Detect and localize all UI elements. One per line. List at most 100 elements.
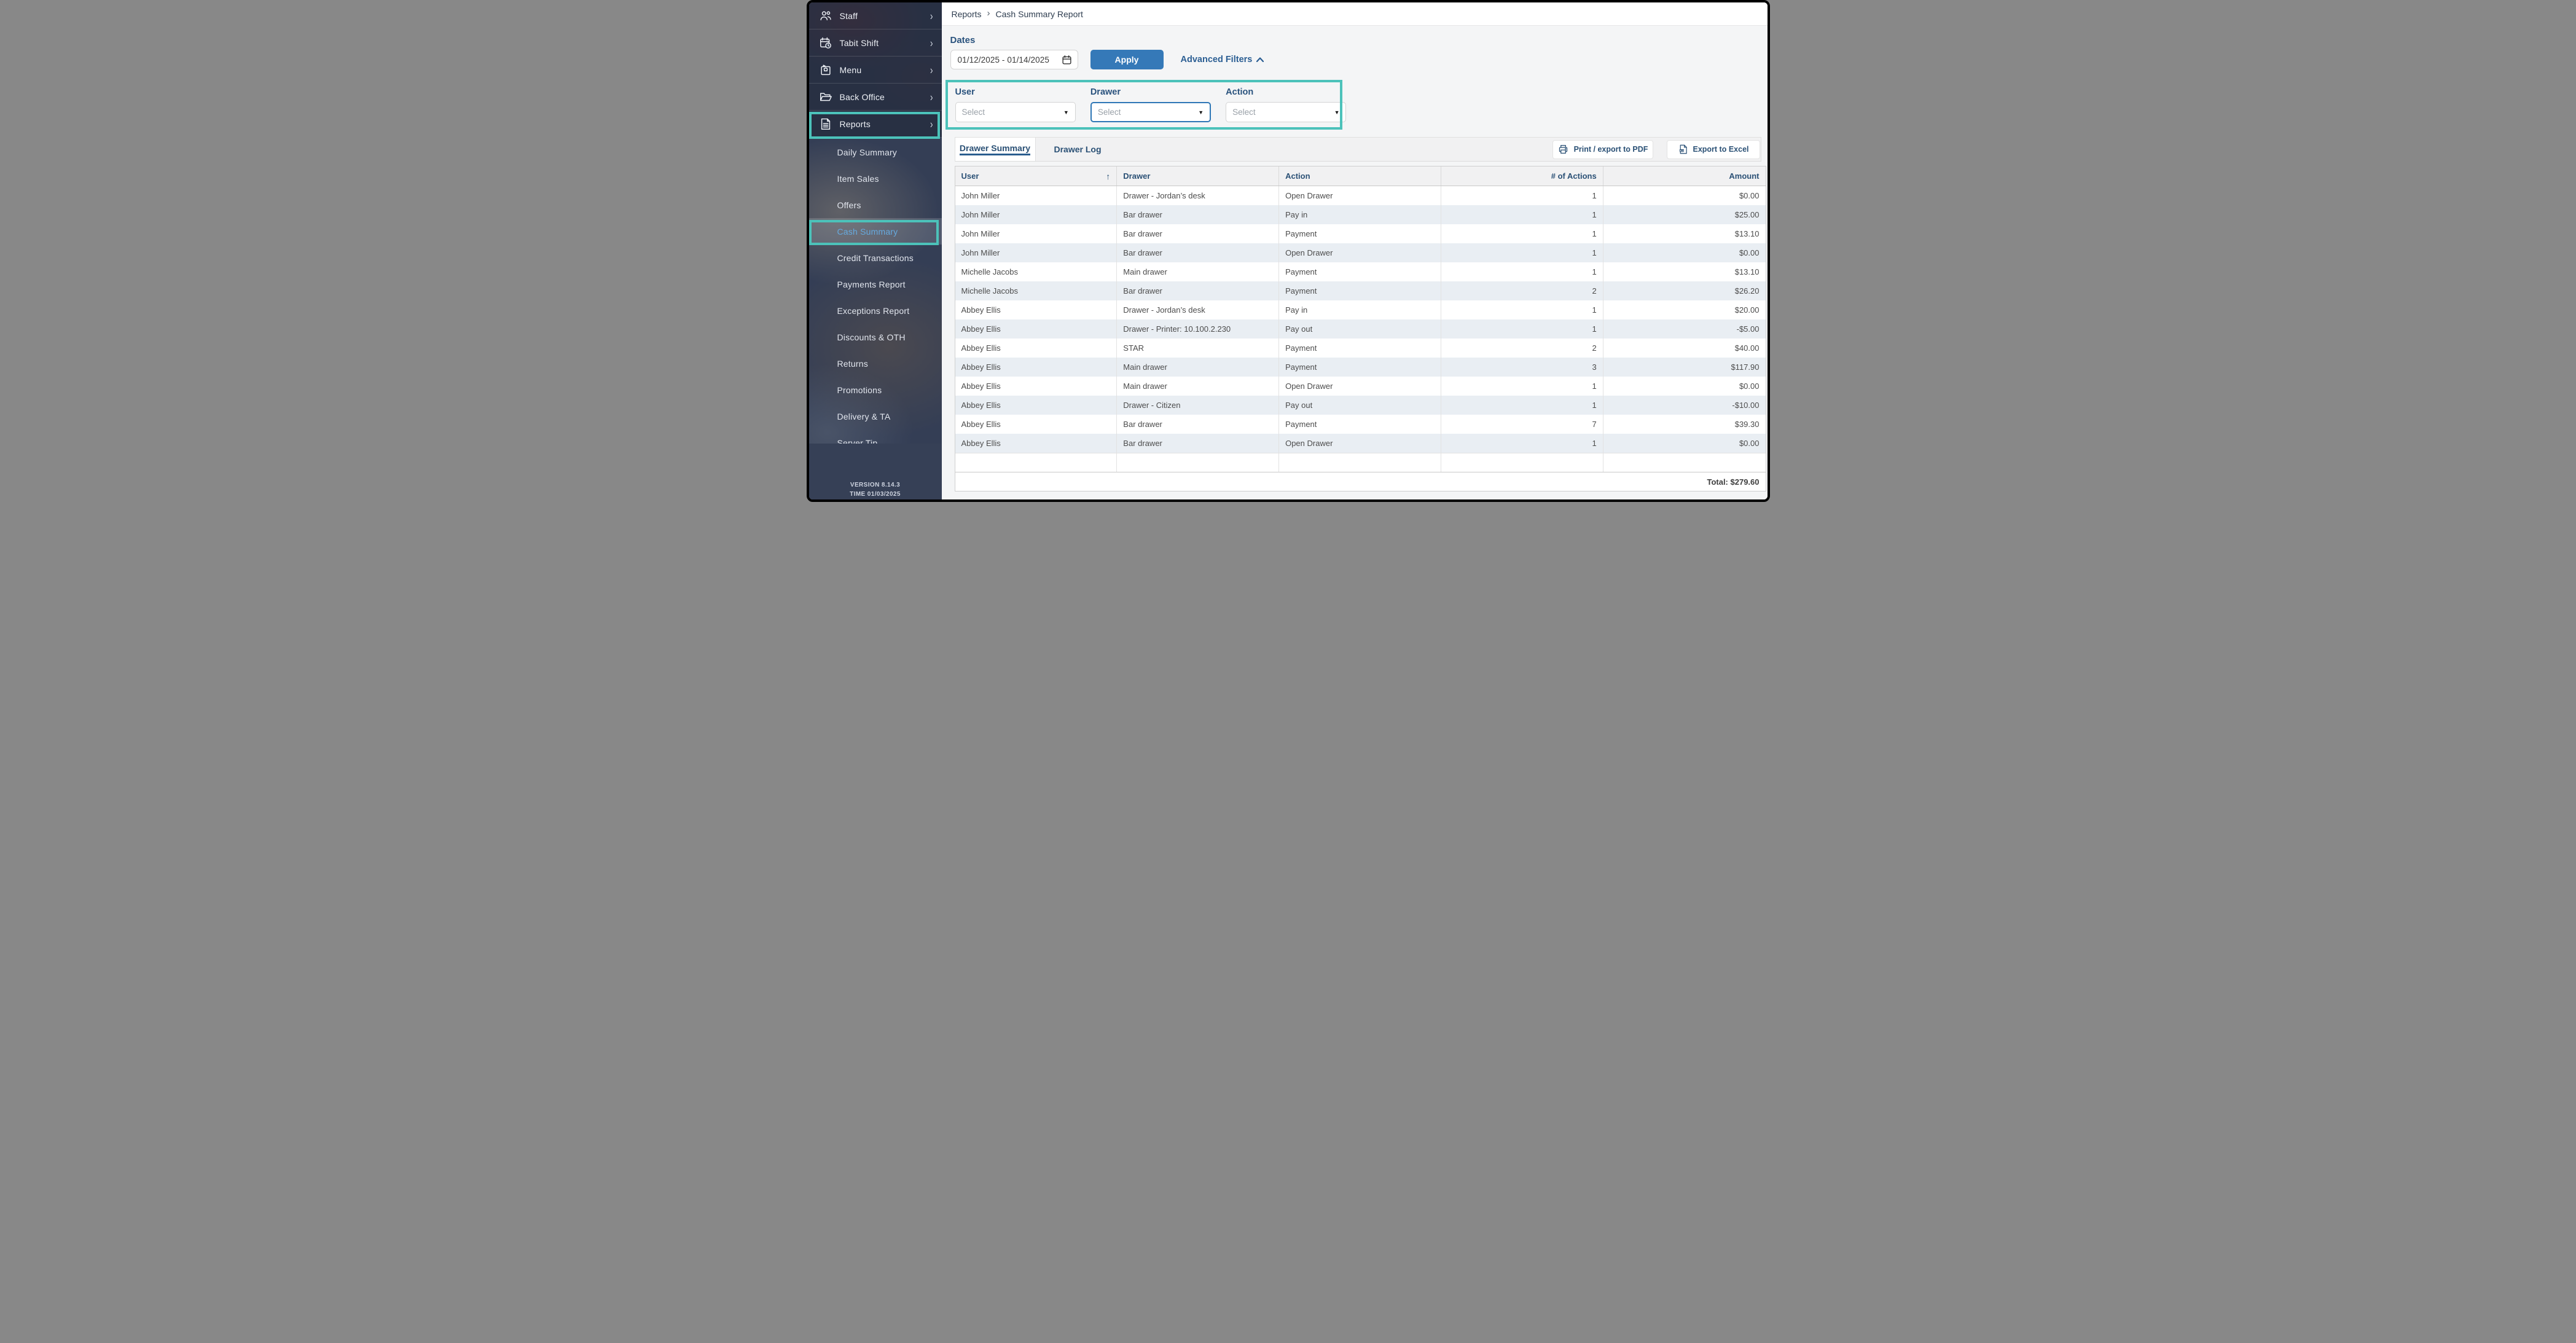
table-row: John MillerDrawer - Jordan’s deskOpen Dr… bbox=[955, 186, 1766, 205]
report-doc-icon bbox=[819, 117, 832, 131]
sort-ascending-icon: ↑ bbox=[1106, 171, 1110, 181]
cell-of-actions: 1 bbox=[1441, 377, 1603, 396]
cell-drawer: Main drawer bbox=[1117, 262, 1279, 281]
cell-amount: -$10.00 bbox=[1603, 396, 1766, 415]
sidebar-item-credit-transactions[interactable]: Credit Transactions bbox=[809, 245, 942, 271]
empty-cell bbox=[1441, 453, 1603, 472]
cell-drawer: Drawer - Jordan’s desk bbox=[1117, 300, 1279, 319]
cell-action: Pay in bbox=[1279, 300, 1441, 319]
cell-drawer: Drawer - Citizen bbox=[1117, 396, 1279, 415]
breadcrumb: Reports › Cash Summary Report bbox=[942, 2, 1768, 26]
breadcrumb-reports[interactable]: Reports bbox=[952, 9, 982, 19]
sidebar-item-label: Tabit Shift bbox=[840, 38, 923, 48]
cell-user: Abbey Ellis bbox=[955, 377, 1118, 396]
cell-drawer: Bar drawer bbox=[1117, 281, 1279, 300]
user-select[interactable]: Select▼ bbox=[955, 102, 1076, 122]
tab-bar: Drawer Summary Drawer Log Print / export… bbox=[955, 137, 1761, 162]
sidebar-item-menu[interactable]: Menu› bbox=[809, 57, 942, 84]
table-row: Abbey EllisBar drawerPayment7$39.30 bbox=[955, 415, 1766, 434]
caret-down-icon: ▼ bbox=[1063, 109, 1069, 116]
column-header-action[interactable]: Action bbox=[1279, 166, 1441, 186]
cell-action: Open Drawer bbox=[1279, 186, 1441, 205]
sidebar-item-payments-report[interactable]: Payments Report bbox=[809, 271, 942, 297]
cell-user: Michelle Jacobs bbox=[955, 281, 1118, 300]
chevron-right-icon: › bbox=[930, 90, 933, 103]
cell-drawer: Bar drawer bbox=[1117, 243, 1279, 262]
sidebar-item-promotions[interactable]: Promotions bbox=[809, 377, 942, 403]
advanced-filters-toggle[interactable]: Advanced Filters bbox=[1181, 55, 1264, 65]
folder-icon bbox=[819, 90, 832, 104]
sidebar-item-discounts-oth[interactable]: Discounts & OTH bbox=[809, 324, 942, 350]
select-placeholder: Select bbox=[1232, 108, 1334, 117]
date-range-value: 01/12/2025 - 01/14/2025 bbox=[958, 55, 1062, 65]
excel-file-icon: XLS bbox=[1678, 144, 1688, 155]
cell-drawer: Bar drawer bbox=[1117, 224, 1279, 243]
sidebar-item-returns[interactable]: Returns bbox=[809, 350, 942, 377]
dates-row: 01/12/2025 - 01/14/2025 Apply Advanced F… bbox=[950, 50, 1761, 69]
print-export-pdf-button[interactable]: Print / export to PDF bbox=[1552, 140, 1653, 159]
drawer-select[interactable]: Select▼ bbox=[1090, 102, 1211, 122]
filter-group-user: User Select▼ bbox=[955, 87, 1076, 122]
cell-drawer: STAR bbox=[1117, 339, 1279, 358]
version-text: VERSION 8.14.3 bbox=[809, 482, 942, 488]
dates-label: Dates bbox=[950, 35, 1761, 45]
cell-user: Abbey Ellis bbox=[955, 319, 1118, 339]
time-text: TIME 01/03/2025 bbox=[809, 491, 942, 498]
action-select[interactable]: Select▼ bbox=[1226, 102, 1346, 122]
tab-drawer-log[interactable]: Drawer Log bbox=[1036, 138, 1120, 161]
tab-drawer-summary[interactable]: Drawer Summary bbox=[955, 138, 1036, 161]
caret-down-icon: ▼ bbox=[1334, 109, 1340, 116]
export-excel-button[interactable]: XLS Export to Excel bbox=[1667, 140, 1760, 159]
cell-action: Payment bbox=[1279, 262, 1441, 281]
sidebar-item-tabit-shift[interactable]: Tabit Shift› bbox=[809, 29, 942, 57]
table-header-row: User↑DrawerAction# of Actions Amount bbox=[955, 166, 1766, 186]
empty-cell bbox=[1603, 453, 1766, 472]
sidebar-item-reports[interactable]: Reports› bbox=[809, 111, 942, 138]
cell-amount: -$5.00 bbox=[1603, 319, 1766, 339]
cell-action: Open Drawer bbox=[1279, 434, 1441, 453]
column-header-of-actions[interactable]: # of Actions bbox=[1441, 166, 1603, 186]
menu-book-icon bbox=[819, 63, 832, 77]
filter-group-drawer: Drawer Select▼ bbox=[1090, 87, 1211, 122]
sidebar-item-offers[interactable]: Offers bbox=[809, 192, 942, 218]
app-window: Staff›Tabit Shift›Menu›Back Office›Repor… bbox=[807, 0, 1770, 502]
tab-bar-spacer bbox=[1120, 138, 1552, 161]
calendar-icon[interactable] bbox=[1062, 55, 1072, 65]
table-row: Abbey EllisDrawer - CitizenPay out1-$10.… bbox=[955, 396, 1766, 415]
cell-action: Payment bbox=[1279, 339, 1441, 358]
table-row: Abbey EllisMain drawerOpen Drawer1$0.00 bbox=[955, 377, 1766, 396]
cell-amount: $26.20 bbox=[1603, 281, 1766, 300]
sidebar-item-label: Reports bbox=[840, 119, 923, 129]
apply-button[interactable]: Apply bbox=[1090, 50, 1164, 69]
cell-drawer: Bar drawer bbox=[1117, 205, 1279, 224]
cell-user: John Miller bbox=[955, 186, 1118, 205]
sidebar-item-exceptions-report[interactable]: Exceptions Report bbox=[809, 297, 942, 324]
advanced-filters-panel: UserSelect▼DrawerSelect▼ActionSelect▼ bbox=[950, 80, 1347, 131]
cell-action: Open Drawer bbox=[1279, 377, 1441, 396]
sidebar: Staff›Tabit Shift›Menu›Back Office›Repor… bbox=[809, 2, 942, 499]
cell-action: Pay in bbox=[1279, 205, 1441, 224]
sidebar-item-cash-summary[interactable]: Cash Summary bbox=[809, 218, 942, 245]
sidebar-item-staff[interactable]: Staff› bbox=[809, 2, 942, 29]
sidebar-item-daily-summary[interactable]: Daily Summary bbox=[809, 139, 942, 165]
filter-label-drawer: Drawer bbox=[1090, 87, 1211, 97]
table-row: Michelle JacobsBar drawerPayment2$26.20 bbox=[955, 281, 1766, 300]
column-header-label: Amount bbox=[1729, 171, 1759, 181]
filter-label-user: User bbox=[955, 87, 1076, 97]
cell-of-actions: 3 bbox=[1441, 358, 1603, 377]
column-header-drawer[interactable]: Drawer bbox=[1117, 166, 1279, 186]
svg-text:XLS: XLS bbox=[1680, 149, 1684, 152]
select-placeholder: Select bbox=[962, 108, 1063, 117]
calendar-clock-icon bbox=[819, 36, 832, 50]
sidebar-item-delivery-ta[interactable]: Delivery & TA bbox=[809, 403, 942, 429]
column-header-amount[interactable]: Amount bbox=[1603, 166, 1766, 186]
sidebar-item-label: Menu bbox=[840, 65, 923, 75]
table-row: John MillerBar drawerPayment1$13.10 bbox=[955, 224, 1766, 243]
sidebar-item-back-office[interactable]: Back Office› bbox=[809, 84, 942, 111]
cell-amount: $39.30 bbox=[1603, 415, 1766, 434]
cell-amount: $0.00 bbox=[1603, 243, 1766, 262]
cell-of-actions: 1 bbox=[1441, 300, 1603, 319]
sidebar-item-item-sales[interactable]: Item Sales bbox=[809, 165, 942, 192]
column-header-user[interactable]: User↑ bbox=[955, 166, 1118, 186]
date-range-input[interactable]: 01/12/2025 - 01/14/2025 bbox=[950, 50, 1078, 69]
